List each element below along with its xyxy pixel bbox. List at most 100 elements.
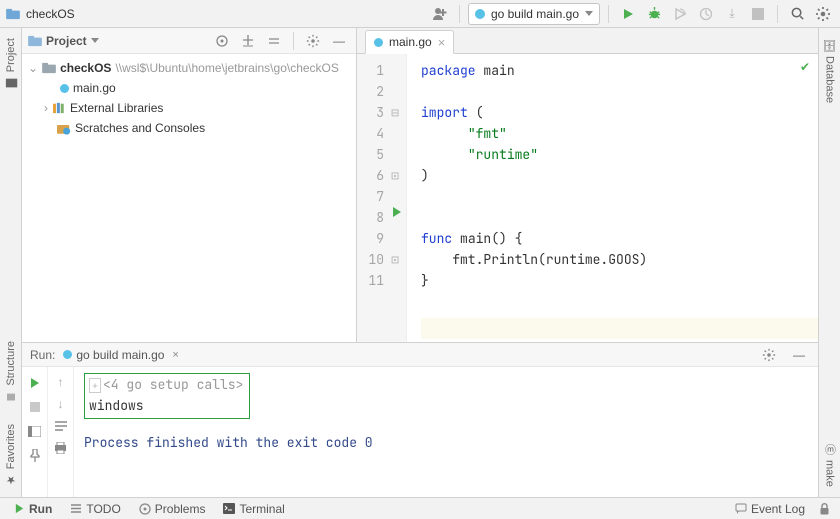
layout-icon[interactable] bbox=[24, 419, 46, 443]
stop-run-button[interactable] bbox=[24, 395, 46, 419]
library-icon bbox=[52, 102, 66, 114]
tree-scratches[interactable]: Scratches and Consoles bbox=[22, 118, 356, 138]
go-file-icon bbox=[60, 84, 69, 93]
project-name: checkOS bbox=[26, 7, 75, 21]
structure-icon: ≣ bbox=[4, 390, 18, 404]
coverage-button[interactable] bbox=[669, 3, 691, 25]
run-controls-column bbox=[22, 367, 48, 497]
fold-end-icon[interactable]: ⊡ bbox=[388, 165, 402, 186]
settings-icon[interactable] bbox=[812, 3, 834, 25]
right-tool-strip: 🗄 Database ⓜ make bbox=[818, 28, 840, 497]
run-panel-header: Run: go build main.go × — bbox=[22, 343, 818, 367]
select-opened-file-icon[interactable] bbox=[211, 30, 233, 52]
fold-minus-icon[interactable]: ⊟ bbox=[388, 102, 402, 123]
project-breadcrumb[interactable]: checkOS bbox=[6, 7, 75, 21]
expand-all-icon[interactable] bbox=[237, 30, 259, 52]
scratches-icon bbox=[57, 122, 71, 135]
folder-icon: ▇ bbox=[4, 76, 18, 90]
close-tab-icon[interactable]: × bbox=[438, 36, 446, 49]
project-tree[interactable]: ⌄ checkOS \\wsl$\Ubuntu\home\jetbrains\g… bbox=[22, 54, 356, 342]
scroll-up-icon[interactable]: ↑ bbox=[50, 371, 72, 393]
run-panel-options-icon[interactable] bbox=[758, 344, 780, 366]
project-root-path: \\wsl$\Ubuntu\home\jetbrains\go\checkOS bbox=[115, 61, 338, 75]
project-panel-header: Project — bbox=[22, 28, 356, 54]
fold-end-icon[interactable]: ⊡ bbox=[388, 249, 402, 270]
profile-button[interactable] bbox=[695, 3, 717, 25]
rerun-button[interactable] bbox=[24, 371, 46, 395]
database-icon: 🗄 bbox=[823, 38, 837, 52]
status-terminal-button[interactable]: Terminal bbox=[215, 499, 292, 519]
event-log-icon bbox=[735, 503, 747, 514]
todo-icon bbox=[70, 503, 82, 514]
project-icon bbox=[6, 8, 20, 20]
panel-options-icon[interactable] bbox=[302, 30, 324, 52]
tree-external-libraries[interactable]: › External Libraries bbox=[22, 98, 356, 118]
run-button[interactable] bbox=[617, 3, 639, 25]
editor-content[interactable]: package main import ( "fmt" "runtime") f… bbox=[407, 54, 818, 342]
console-exit-message: Process finished with the exit code 0 bbox=[84, 433, 808, 453]
problems-icon bbox=[139, 503, 151, 515]
run-line-marker-icon[interactable] bbox=[392, 207, 402, 217]
go-file-icon bbox=[374, 38, 383, 47]
soft-wrap-icon[interactable] bbox=[50, 415, 72, 437]
run-tool-window: Run: go build main.go × — ↑ bbox=[22, 342, 818, 497]
chevron-right-icon: › bbox=[44, 101, 48, 115]
editor-tab-main-go[interactable]: main.go × bbox=[365, 30, 454, 54]
status-bar: Run TODO Problems Terminal Event Log bbox=[0, 497, 840, 519]
go-icon bbox=[475, 9, 485, 19]
console-controls-column: ↑ ↓ bbox=[48, 367, 74, 497]
chevron-down-icon: ⌄ bbox=[28, 61, 38, 75]
attach-button[interactable]: ⤓ bbox=[721, 3, 743, 25]
structure-tool-button[interactable]: ≣ Structure bbox=[4, 331, 18, 414]
console-output: windows bbox=[89, 397, 144, 414]
status-run-button[interactable]: Run bbox=[6, 499, 60, 519]
lock-icon bbox=[819, 503, 830, 515]
chevron-down-icon bbox=[91, 38, 99, 43]
debug-button[interactable] bbox=[643, 3, 665, 25]
hide-panel-icon[interactable]: — bbox=[328, 30, 350, 52]
status-problems-button[interactable]: Problems bbox=[131, 499, 214, 519]
folder-icon bbox=[42, 62, 56, 74]
tree-root[interactable]: ⌄ checkOS \\wsl$\Ubuntu\home\jetbrains\g… bbox=[22, 58, 356, 78]
status-todo-button[interactable]: TODO bbox=[62, 499, 128, 519]
play-icon bbox=[14, 503, 25, 514]
favorites-tool-button[interactable]: ★ Favorites bbox=[4, 414, 18, 497]
user-icon[interactable] bbox=[429, 3, 451, 25]
editor-gutter[interactable]: 123⊟456⊡78910⊡11 bbox=[357, 54, 407, 342]
tree-file-main-go[interactable]: main.go bbox=[22, 78, 356, 98]
main-toolbar: checkOS go build main.go ⤓ bbox=[0, 0, 840, 28]
terminal-icon bbox=[223, 503, 235, 514]
run-config-label: go build main.go bbox=[491, 7, 579, 21]
project-view-selector[interactable]: Project bbox=[28, 34, 99, 48]
run-config-selector[interactable]: go build main.go bbox=[468, 3, 600, 25]
editor-tabs: main.go × bbox=[357, 28, 818, 54]
project-root-name: checkOS bbox=[60, 61, 111, 75]
project-tool-button[interactable]: ▇ Project bbox=[4, 28, 18, 100]
search-everywhere-icon[interactable] bbox=[786, 3, 808, 25]
database-tool-button[interactable]: 🗄 Database bbox=[823, 28, 837, 113]
run-panel-label: Run: bbox=[30, 348, 55, 362]
chevron-down-icon bbox=[585, 11, 593, 16]
editor-area: main.go × 123⊟456⊡78910⊡11 package main … bbox=[357, 28, 818, 342]
console-folded-calls[interactable]: <4 go setup calls> bbox=[103, 376, 243, 393]
status-event-log-button[interactable]: Event Log bbox=[727, 499, 813, 519]
make-tool-button[interactable]: ⓜ make bbox=[823, 432, 837, 497]
star-icon: ★ bbox=[4, 473, 18, 487]
hide-run-panel-icon[interactable]: — bbox=[788, 344, 810, 366]
fold-toggle-icon[interactable]: + bbox=[89, 378, 101, 393]
left-tool-strip: ▇ Project ≣ Structure ★ Favorites bbox=[0, 28, 22, 497]
print-icon[interactable] bbox=[50, 437, 72, 459]
collapse-all-icon[interactable] bbox=[263, 30, 285, 52]
folder-icon bbox=[28, 35, 42, 47]
run-panel-config[interactable]: go build main.go × bbox=[63, 348, 179, 362]
scroll-down-icon[interactable]: ↓ bbox=[50, 393, 72, 415]
run-console[interactable]: +<4 go setup calls> windows Process fini… bbox=[74, 367, 818, 497]
code-editor[interactable]: 123⊟456⊡78910⊡11 package main import ( "… bbox=[357, 54, 818, 342]
make-icon: ⓜ bbox=[823, 442, 837, 456]
status-lock-icon[interactable] bbox=[815, 499, 834, 519]
project-tool-window: Project — ⌄ checkOS \\ bbox=[22, 28, 357, 342]
pin-icon[interactable] bbox=[24, 443, 46, 467]
close-icon[interactable]: × bbox=[172, 349, 178, 361]
go-icon bbox=[63, 350, 72, 359]
stop-button[interactable] bbox=[747, 3, 769, 25]
